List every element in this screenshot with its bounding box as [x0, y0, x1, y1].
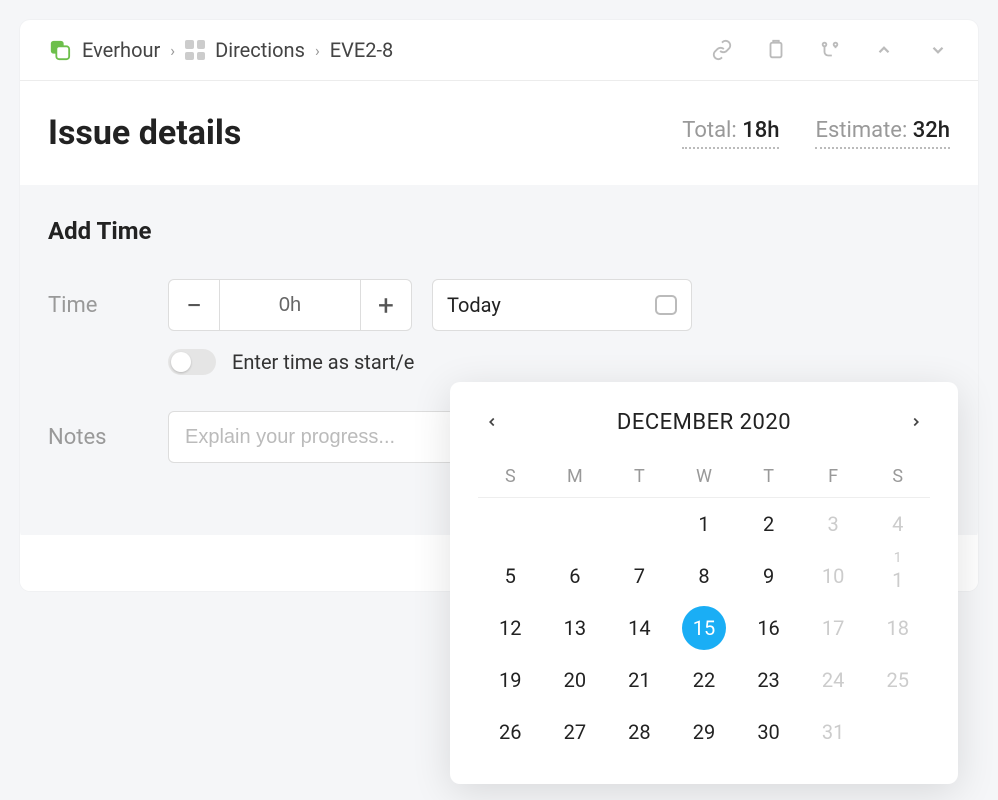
- calendar-header: DECEMBER 2020: [478, 408, 930, 436]
- merge-icon[interactable]: [818, 38, 842, 62]
- time-row: Time − + Today: [48, 279, 950, 331]
- calendar-day[interactable]: 13: [543, 602, 608, 654]
- estimate-stat[interactable]: Estimate: 32h: [815, 118, 950, 149]
- breadcrumb-separator-icon: ›: [315, 41, 320, 60]
- calendar-day[interactable]: 29: [672, 706, 737, 758]
- everhour-logo-icon: [48, 38, 72, 62]
- stats: Total: 18h Estimate: 32h: [682, 118, 950, 149]
- calendar-dow: S: [865, 456, 930, 498]
- chevron-down-icon[interactable]: [926, 38, 950, 62]
- total-label: Total:: [682, 118, 736, 143]
- next-month-button[interactable]: [902, 408, 930, 436]
- calendar-day[interactable]: 11: [865, 550, 930, 602]
- calendar-dow: S: [478, 456, 543, 498]
- decrement-button[interactable]: −: [168, 279, 220, 331]
- toggle-row: Enter time as start/e: [168, 349, 950, 375]
- breadcrumb-root[interactable]: Everhour: [82, 38, 160, 62]
- calendar-day[interactable]: 30: [736, 706, 801, 758]
- calendar-day[interactable]: 12: [478, 602, 543, 654]
- link-icon[interactable]: [710, 38, 734, 62]
- calendar-day[interactable]: 16: [736, 602, 801, 654]
- calendar-day[interactable]: 15: [682, 606, 726, 650]
- calendar-dow: T: [607, 456, 672, 498]
- calendar-day[interactable]: 31: [801, 706, 866, 758]
- calendar-popover: DECEMBER 2020 SMTWTFS1234567891011121314…: [450, 382, 958, 784]
- calendar-day[interactable]: 19: [478, 654, 543, 706]
- calendar-dow: W: [672, 456, 737, 498]
- calendar-dow: F: [801, 456, 866, 498]
- estimate-label: Estimate:: [815, 118, 907, 143]
- toggle-knob: [171, 352, 191, 372]
- total-value: 18h: [742, 118, 779, 143]
- time-stepper: − +: [168, 279, 412, 331]
- calendar-day[interactable]: 2: [736, 498, 801, 550]
- breadcrumb: Everhour › Directions › EVE2-8: [48, 38, 393, 62]
- breadcrumb-issue[interactable]: EVE2-8: [330, 38, 393, 62]
- calendar-day[interactable]: 14: [607, 602, 672, 654]
- toolbar-icons: [710, 38, 950, 62]
- calendar-day[interactable]: 23: [736, 654, 801, 706]
- calendar-day[interactable]: 27: [543, 706, 608, 758]
- prev-month-button[interactable]: [478, 408, 506, 436]
- calendar-grid: SMTWTFS123456789101112131415161718192021…: [478, 456, 930, 758]
- calendar-day[interactable]: 4: [865, 498, 930, 550]
- calendar-day: [543, 498, 608, 550]
- calendar-day: [607, 498, 672, 550]
- calendar-day: [865, 706, 930, 758]
- project-grid-icon: [185, 40, 205, 60]
- calendar-day[interactable]: 26: [478, 706, 543, 758]
- total-stat[interactable]: Total: 18h: [682, 118, 779, 149]
- add-time-heading: Add Time: [48, 217, 950, 245]
- calendar-day[interactable]: 10: [801, 550, 866, 602]
- calendar-day[interactable]: 18: [865, 602, 930, 654]
- calendar-day[interactable]: 25: [865, 654, 930, 706]
- toggle-label: Enter time as start/e: [232, 350, 414, 374]
- calendar-day[interactable]: 3: [801, 498, 866, 550]
- date-text: Today: [447, 293, 501, 317]
- increment-button[interactable]: +: [360, 279, 412, 331]
- calendar-day[interactable]: 22: [672, 654, 737, 706]
- time-label: Time: [48, 293, 168, 318]
- calendar-day[interactable]: 7: [607, 550, 672, 602]
- calendar-dow: T: [736, 456, 801, 498]
- date-picker-field[interactable]: Today: [432, 279, 692, 331]
- calendar-day[interactable]: 17: [801, 602, 866, 654]
- time-input[interactable]: [220, 279, 360, 331]
- calendar-day[interactable]: 20: [543, 654, 608, 706]
- clipboard-icon[interactable]: [764, 38, 788, 62]
- notes-label: Notes: [48, 425, 168, 450]
- calendar-month-title: DECEMBER 2020: [617, 410, 791, 435]
- calendar-day[interactable]: 1: [672, 498, 737, 550]
- calendar-day[interactable]: 9: [736, 550, 801, 602]
- start-end-toggle[interactable]: [168, 349, 216, 375]
- calendar-day: [478, 498, 543, 550]
- breadcrumb-project[interactable]: Directions: [215, 38, 305, 62]
- topbar: Everhour › Directions › EVE2-8: [20, 20, 978, 81]
- calendar-day[interactable]: 21: [607, 654, 672, 706]
- page-title: Issue details: [48, 113, 241, 153]
- calendar-day[interactable]: 8: [672, 550, 737, 602]
- calendar-icon: [655, 295, 677, 315]
- calendar-day[interactable]: 5: [478, 550, 543, 602]
- calendar-dow: M: [543, 456, 608, 498]
- estimate-value: 32h: [913, 118, 950, 143]
- calendar-day[interactable]: 28: [607, 706, 672, 758]
- breadcrumb-separator-icon: ›: [170, 41, 175, 60]
- calendar-day[interactable]: 6: [543, 550, 608, 602]
- heading-row: Issue details Total: 18h Estimate: 32h: [20, 81, 978, 185]
- calendar-day[interactable]: 24: [801, 654, 866, 706]
- chevron-up-icon[interactable]: [872, 38, 896, 62]
